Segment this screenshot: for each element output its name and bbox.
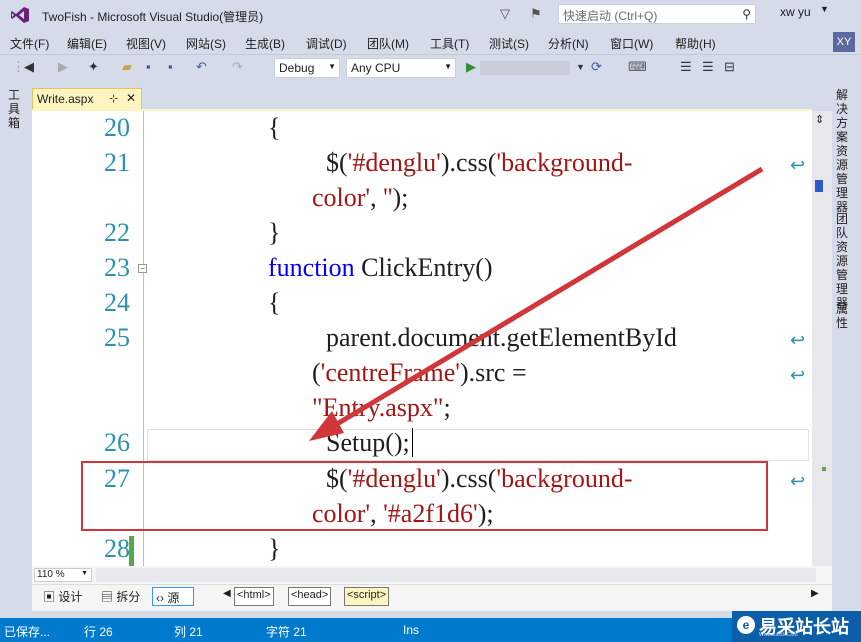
menu-debug[interactable]: 调试(D) bbox=[306, 35, 347, 52]
back-icon[interactable]: ◀ bbox=[24, 59, 34, 75]
watermark-logo-icon: e bbox=[737, 616, 755, 634]
split-icon: ▤ bbox=[101, 590, 117, 604]
save-all-icon[interactable]: ▪ bbox=[168, 59, 173, 74]
design-label: 设计 bbox=[58, 590, 83, 604]
bookmark-icon[interactable]: ⊟ bbox=[724, 59, 735, 75]
scrollbar-thumb[interactable] bbox=[815, 180, 823, 192]
split-window-icon[interactable]: ⇕ bbox=[815, 113, 824, 126]
configuration-select[interactable]: Debug ▼ bbox=[274, 58, 340, 78]
status-line: 行 26 bbox=[84, 625, 113, 639]
forward-icon[interactable]: ▶ bbox=[58, 59, 68, 75]
menu-window[interactable]: 窗口(W) bbox=[610, 35, 653, 52]
menu-website[interactable]: 网站(S) bbox=[186, 35, 226, 52]
status-insert-mode: Ins bbox=[403, 623, 420, 637]
zoom-value: 110 % bbox=[37, 569, 65, 580]
uncomment-icon[interactable]: ☰ bbox=[702, 59, 714, 75]
platform-select[interactable]: Any CPU ▼ bbox=[346, 58, 456, 78]
visual-studio-logo-icon bbox=[11, 7, 29, 23]
refresh-icon[interactable]: ⟳ bbox=[591, 59, 602, 75]
zoom-select[interactable]: 110 % ▼ bbox=[34, 568, 92, 582]
split-view-tab[interactable]: ▤ 拆分 bbox=[98, 587, 143, 606]
source-label: 源 bbox=[167, 591, 180, 605]
start-debug-button[interactable]: ▶ bbox=[466, 59, 476, 75]
left-sidebar bbox=[0, 82, 30, 622]
horizontal-scrollbar[interactable] bbox=[96, 568, 816, 582]
redo-icon[interactable]: ↷ bbox=[232, 59, 243, 75]
chevron-down-icon[interactable]: ▼ bbox=[576, 62, 585, 72]
configuration-value: Debug bbox=[279, 61, 315, 75]
menu-team[interactable]: 团队(M) bbox=[367, 35, 409, 52]
menu-file[interactable]: 文件(F) bbox=[10, 35, 49, 52]
undo-icon[interactable]: ↶ bbox=[196, 59, 207, 75]
breadcrumb-script[interactable]: <script> bbox=[344, 587, 390, 606]
team-explorer-tab[interactable]: 团队资源管理器 bbox=[836, 212, 850, 310]
annotation-arrow bbox=[309, 166, 764, 441]
status-column: 列 21 bbox=[174, 625, 203, 639]
menu-bar: 文件(F) 编辑(E) 视图(V) 网站(S) 生成(B) 调试(D) 团队(M… bbox=[0, 30, 861, 54]
breadcrumb-forward-icon[interactable]: ▶ bbox=[808, 587, 822, 606]
source-view-tab[interactable]: ‹› 源 bbox=[152, 587, 194, 606]
status-char: 字符 21 bbox=[266, 625, 307, 639]
window-title: TwoFish - Microsoft Visual Studio(管理员) bbox=[42, 10, 264, 24]
comment-icon[interactable]: ☰ bbox=[680, 59, 692, 75]
menu-build[interactable]: 生成(B) bbox=[245, 35, 285, 52]
menu-analyze[interactable]: 分析(N) bbox=[548, 35, 589, 52]
menu-test[interactable]: 测试(S) bbox=[489, 35, 529, 52]
close-icon[interactable]: ✕ bbox=[126, 91, 136, 105]
chevron-down-icon: ▼ bbox=[328, 62, 336, 71]
chevron-down-icon: ▼ bbox=[81, 570, 88, 577]
breadcrumb-back-icon[interactable]: ◀ bbox=[220, 587, 234, 606]
open-folder-icon[interactable]: ▰ bbox=[122, 59, 132, 75]
menu-edit[interactable]: 编辑(E) bbox=[67, 35, 107, 52]
code-editor[interactable]: 20 { 21 $('#denglu').css('background- ↩ … bbox=[32, 111, 812, 566]
chevron-down-icon[interactable]: ▼ bbox=[820, 4, 829, 14]
search-icon: ⚲ bbox=[742, 7, 751, 21]
user-name[interactable]: xw yu bbox=[780, 5, 811, 19]
avatar[interactable]: XY bbox=[833, 32, 855, 52]
tab-write-aspx[interactable]: Write.aspx ⊹ ✕ bbox=[32, 88, 142, 110]
toolbox-tab[interactable]: 工具箱 bbox=[8, 88, 22, 130]
properties-tab[interactable]: 属性 bbox=[836, 302, 850, 330]
watermark-subtext: Www.Easck.Com bbox=[759, 632, 798, 638]
scrollbar-change-marker bbox=[822, 467, 826, 471]
split-label: 拆分 bbox=[116, 590, 141, 604]
status-text: 已保存... bbox=[4, 625, 51, 639]
browser-link-icon[interactable]: ⌨ bbox=[628, 59, 647, 75]
toolbar: ⋮ ◀ ▶ ✦ ▰ ▪ ▪ ↶ ↷ Debug ▼ Any CPU ▼ ▶ ▼ ⟳ … bbox=[0, 54, 861, 83]
breadcrumb-head[interactable]: <head> bbox=[288, 587, 332, 606]
save-icon[interactable]: ▪ bbox=[146, 59, 151, 74]
menu-tools[interactable]: 工具(T) bbox=[430, 35, 469, 52]
notification-icon[interactable]: ⚑ bbox=[530, 6, 542, 22]
quick-launch-input[interactable]: 快速启动 (Ctrl+Q) ⚲ bbox=[558, 4, 756, 24]
filter-icon[interactable]: ▽ bbox=[500, 6, 510, 22]
run-target-label[interactable] bbox=[480, 61, 570, 75]
menu-view[interactable]: 视图(V) bbox=[126, 35, 166, 52]
solution-explorer-tab[interactable]: 解决方案资源管理器 bbox=[836, 88, 850, 214]
design-icon: ▣ bbox=[43, 590, 59, 604]
chevron-down-icon: ▼ bbox=[444, 62, 452, 71]
pin-icon[interactable]: ⊹ bbox=[109, 92, 118, 105]
tab-label: Write.aspx bbox=[37, 92, 94, 106]
menu-help[interactable]: 帮助(H) bbox=[675, 35, 716, 52]
source-icon: ‹› bbox=[156, 591, 168, 605]
design-view-tab[interactable]: ▣ 设计 bbox=[40, 587, 85, 606]
breadcrumb-html[interactable]: <html> bbox=[234, 587, 274, 606]
quick-launch-placeholder: 快速启动 (Ctrl+Q) bbox=[563, 9, 658, 23]
new-project-icon[interactable]: ✦ bbox=[88, 59, 99, 75]
platform-value: Any CPU bbox=[351, 61, 401, 75]
